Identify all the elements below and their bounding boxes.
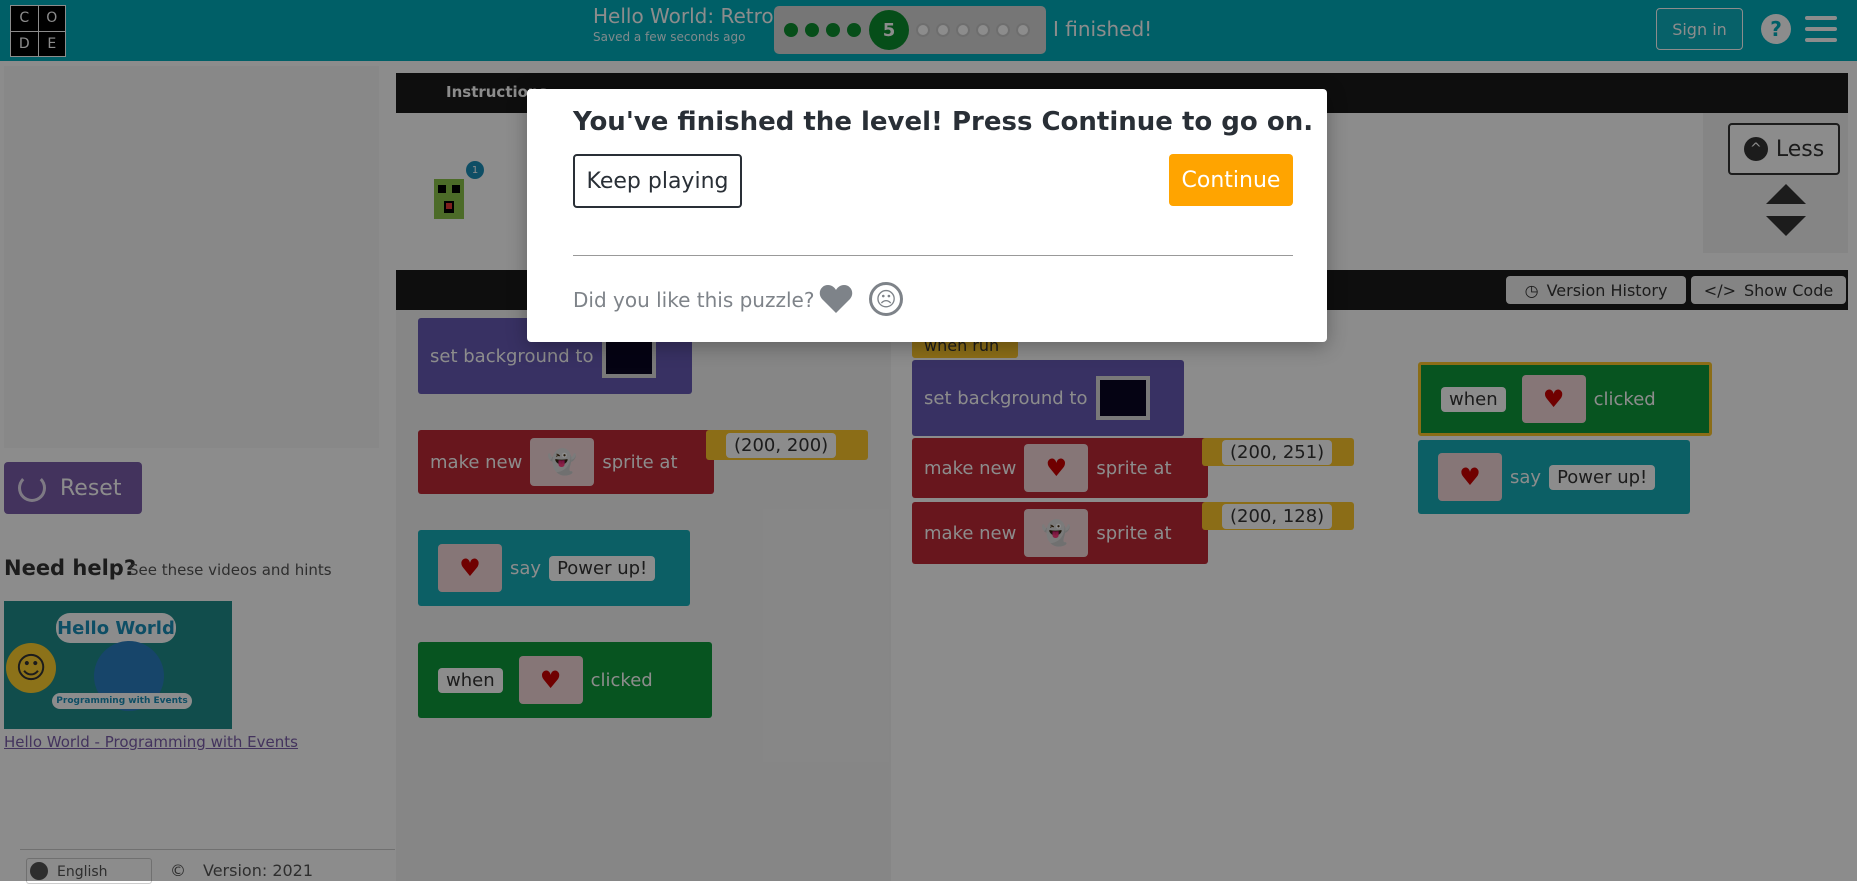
heart-icon[interactable] [819, 284, 853, 314]
dialog-divider [573, 255, 1293, 256]
keep-playing-button[interactable]: Keep playing [573, 154, 742, 208]
dialog-title: You've finished the level! Press Continu… [573, 107, 1314, 137]
level-complete-dialog: You've finished the level! Press Continu… [527, 89, 1327, 342]
continue-button[interactable]: Continue [1169, 154, 1293, 206]
feedback-prompt: Did you like this puzzle? [573, 288, 815, 312]
sad-face-icon[interactable]: ☹ [869, 282, 903, 316]
